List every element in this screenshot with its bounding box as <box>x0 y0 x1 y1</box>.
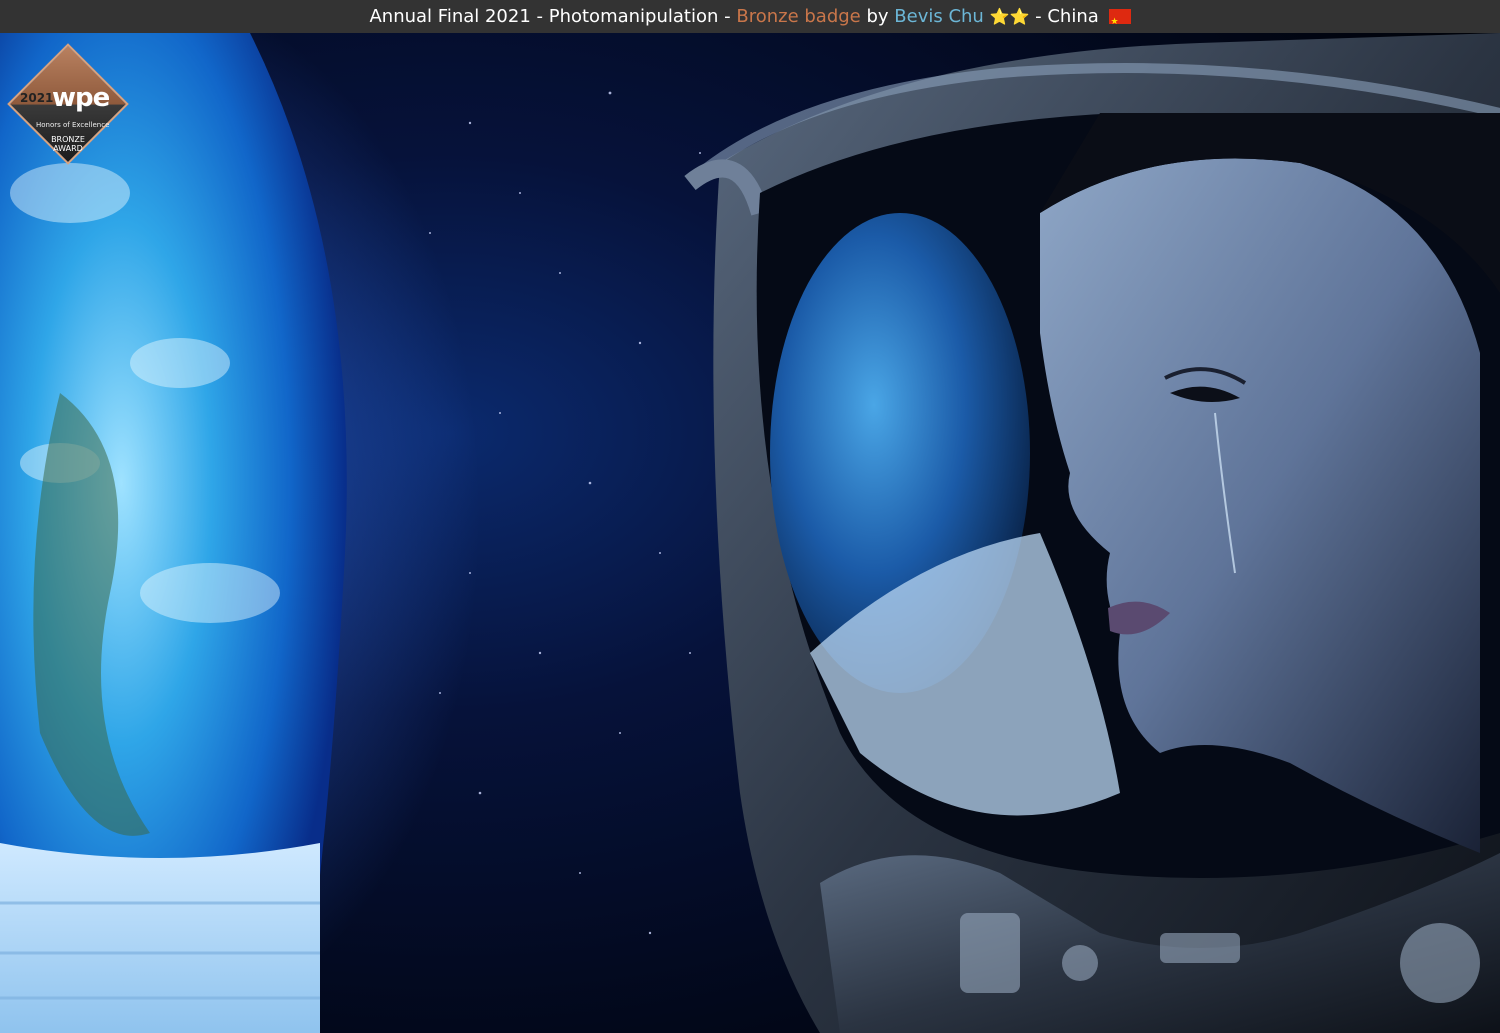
title-bar: Annual Final 2021 - Photomanipulation - … <box>0 0 1500 39</box>
badge-brand-logo: wpe <box>52 83 110 113</box>
award-badge: 2021 wpe Honors of Excellence BRONZE AWA… <box>7 43 130 167</box>
artwork-image <box>0 33 1500 1033</box>
country-label: - China <box>1029 6 1105 27</box>
china-flag-icon <box>1108 6 1131 39</box>
title-prefix: Annual Final 2021 - Photomanipulation - <box>369 6 737 27</box>
face-mask-left <box>0 843 320 1033</box>
badge-honors: Honors of Excellence <box>36 121 110 129</box>
by-label: by <box>860 6 895 27</box>
bronze-badge-link[interactable]: Bronze badge <box>736 6 860 27</box>
gallery-page: Annual Final 2021 - Photomanipulation - … <box>0 0 1500 1033</box>
badge-level: BRONZE AWARD <box>51 135 85 153</box>
rating-stars-icon: ⭐⭐ <box>989 7 1030 26</box>
author-link[interactable]: Bevis Chu <box>894 6 984 27</box>
artwork-illustration <box>0 33 1500 1033</box>
badge-year: 2021 <box>20 91 54 105</box>
